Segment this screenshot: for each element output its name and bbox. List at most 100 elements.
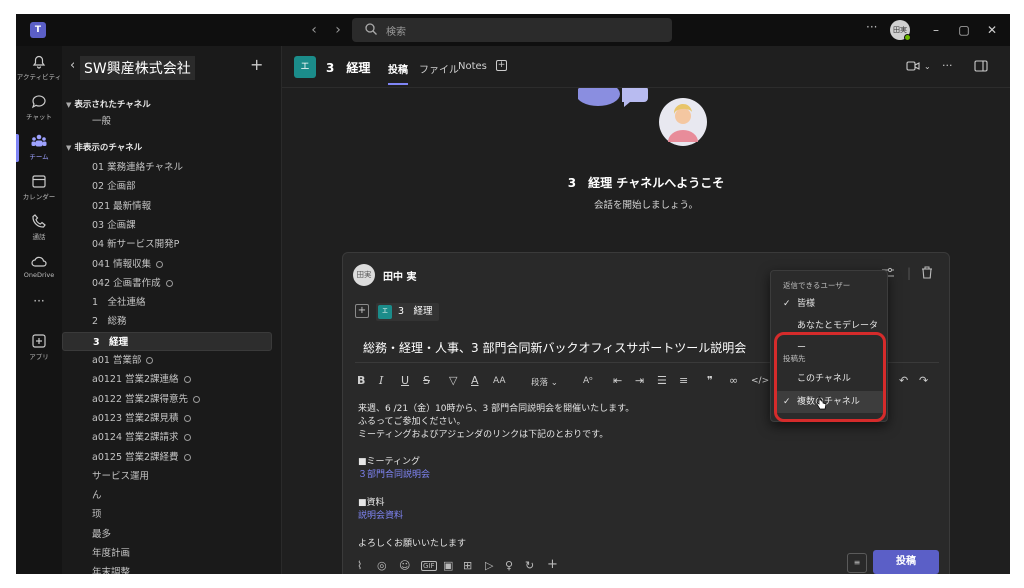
hidden-channel-icon xyxy=(193,396,201,403)
italic-icon[interactable]: I xyxy=(379,374,383,387)
back-arrow-icon[interactable]: ‹ xyxy=(304,20,324,40)
channel-item[interactable]: a0124 営業2課請求 xyxy=(62,428,272,447)
rail-more[interactable]: ··· xyxy=(16,294,62,334)
rail-activity[interactable]: アクティビティ xyxy=(16,50,62,90)
more-apps-icon[interactable]: + xyxy=(547,557,558,572)
send-button[interactable]: 投稿 xyxy=(873,550,939,574)
channel-item[interactable]: 02 企画部 xyxy=(62,177,272,196)
gif-icon[interactable]: GIF xyxy=(421,561,437,571)
more-options-icon[interactable]: ··· xyxy=(866,20,877,34)
channel-item[interactable]: 3 経理 xyxy=(62,332,272,351)
quote-icon[interactable]: ❞ xyxy=(707,374,713,387)
attach-icon[interactable]: ⌇ xyxy=(357,559,362,572)
channel-item[interactable]: a01 営業部 xyxy=(62,351,272,370)
add-channel-icon[interactable]: + xyxy=(250,55,263,74)
channel-item[interactable]: サービス運用 xyxy=(62,467,272,486)
channel-item[interactable]: 01 業務連絡チャネル xyxy=(62,158,272,177)
hidden-channel-icon xyxy=(146,357,154,364)
bold-icon[interactable]: B xyxy=(357,374,365,387)
rail-calendar[interactable]: カレンダー xyxy=(16,170,62,210)
send-later-icon[interactable]: ▷ xyxy=(485,559,493,572)
section-label: 非表示のチャネル xyxy=(74,143,143,153)
channel-chip[interactable]: エ 3 経理 xyxy=(376,303,439,321)
loop-icon[interactable]: ◎ xyxy=(377,559,387,572)
link-icon[interactable]: ∞ xyxy=(729,374,738,387)
channel-item[interactable]: 042 企画書作成 xyxy=(62,274,272,293)
teams-icon xyxy=(31,134,47,147)
visible-channels-header[interactable]: ▼ 表示されたチャネル xyxy=(66,98,151,110)
channel-item[interactable]: 021 最新情報 xyxy=(62,197,272,216)
tab-posts[interactable]: 投稿 xyxy=(388,61,408,85)
sticker-icon[interactable]: ▣ xyxy=(443,559,453,572)
emoji-icon[interactable]: ☺ xyxy=(399,559,410,572)
minimize-icon[interactable]: – xyxy=(926,20,946,40)
channel-item[interactable]: 041 情報収集 xyxy=(62,255,272,274)
rail-chat[interactable]: チャット xyxy=(16,90,62,130)
channel-item[interactable]: 年度計画 xyxy=(62,544,272,563)
add-tab-icon[interactable]: + xyxy=(496,60,507,71)
user-avatar[interactable]: 田実 xyxy=(890,20,911,41)
clear-format-icon[interactable]: Aᵒ xyxy=(583,376,593,386)
video-call-icon[interactable] xyxy=(906,60,920,72)
increase-indent-icon[interactable]: ⇥ xyxy=(635,374,644,387)
body-line: よろしくお願いいたします xyxy=(358,539,467,549)
channel-item[interactable]: ん xyxy=(62,486,272,505)
channel-item-label: a01 営業部 xyxy=(92,355,142,366)
chat-icon xyxy=(31,95,46,109)
channel-item-general[interactable]: 一般 xyxy=(62,112,272,131)
format-toggle-icon[interactable]: ≡ xyxy=(847,553,867,573)
document-link[interactable]: 説明会資料 xyxy=(358,508,403,521)
rail-calls[interactable]: 通話 xyxy=(16,210,62,250)
praise-icon[interactable]: ♀ xyxy=(505,559,513,572)
decrease-indent-icon[interactable]: ⇤ xyxy=(613,374,622,387)
back-chevron-icon[interactable]: ‹ xyxy=(70,58,75,73)
underline-icon[interactable]: U xyxy=(401,374,409,387)
numbered-list-icon[interactable]: ≡ xyxy=(679,374,688,387)
font-color-icon[interactable]: A xyxy=(471,374,479,387)
divider: | xyxy=(907,266,912,280)
search-input[interactable]: 検索 xyxy=(352,18,672,42)
undo-icon[interactable]: ↶ xyxy=(899,374,908,387)
delete-icon[interactable] xyxy=(921,266,933,279)
team-name[interactable]: SW興産株式会社 xyxy=(80,56,195,80)
schedule-meeting-icon[interactable]: ⊞ xyxy=(463,559,472,572)
approvals-icon[interactable]: ↻ xyxy=(525,559,534,572)
hidden-channel-icon xyxy=(183,376,191,383)
font-size-icon[interactable]: AA xyxy=(493,376,506,386)
channel-item[interactable]: 顼 xyxy=(62,505,272,524)
channel-item[interactable]: a0121 営業2課連絡 xyxy=(62,370,272,389)
channel-item[interactable]: a0125 営業2課経費 xyxy=(62,448,272,467)
bullet-list-icon[interactable]: ☰ xyxy=(657,374,667,387)
channel-item[interactable]: 最多 xyxy=(62,525,272,544)
side-panel-icon[interactable] xyxy=(974,60,988,72)
chevron-down-icon[interactable]: ⌄ xyxy=(924,62,931,71)
meeting-link[interactable]: ３部門合同説明会 xyxy=(358,467,430,480)
maximize-icon[interactable]: ▢ xyxy=(954,20,974,40)
highlight-icon[interactable]: ▽ xyxy=(449,374,457,387)
channel-item[interactable]: 03 企画課 xyxy=(62,216,272,235)
reply-option-everyone[interactable]: ✓ 皆様 xyxy=(775,293,885,315)
rail-onedrive[interactable]: OneDrive xyxy=(16,250,62,290)
strikethrough-icon[interactable]: S xyxy=(423,374,430,387)
channel-item[interactable]: a0122 営業2課得意先 xyxy=(62,390,272,409)
add-channel-target-icon[interactable]: + xyxy=(355,304,369,318)
phone-icon xyxy=(32,214,46,228)
code-icon[interactable]: </> xyxy=(751,376,769,386)
channel-item[interactable]: 04 新サービス開発P xyxy=(62,235,272,254)
subject-field[interactable]: 総務・経理・人事、3 部門合同新バックオフィスサポートツール説明会 xyxy=(363,339,746,356)
channel-item[interactable]: 2 総務 xyxy=(62,312,272,331)
channel-item[interactable]: 年末調整 xyxy=(62,563,272,574)
tab-notes[interactable]: Notes xyxy=(458,61,487,72)
redo-icon[interactable]: ↷ xyxy=(919,374,928,387)
channel-item[interactable]: 1 全社連絡 xyxy=(62,293,272,312)
hidden-channels-header[interactable]: ▼ 非表示のチャネル xyxy=(66,141,142,153)
channel-sidebar: ‹ SW興産株式会社 + ▼ 表示されたチャネル 一般 ▼ 非表示のチャネル 01 … xyxy=(62,46,282,574)
channel-item[interactable]: a0123 営業2課見積 xyxy=(62,409,272,428)
close-icon[interactable]: ✕ xyxy=(982,20,1002,40)
forward-arrow-icon[interactable]: › xyxy=(328,20,348,40)
more-options-icon[interactable]: ··· xyxy=(942,59,953,72)
tab-files[interactable]: ファイル xyxy=(419,61,459,76)
paragraph-dropdown[interactable]: 段落 ⌄ xyxy=(531,376,558,388)
rail-apps[interactable]: アプリ xyxy=(16,330,62,370)
rail-teams[interactable]: チーム xyxy=(16,130,62,170)
